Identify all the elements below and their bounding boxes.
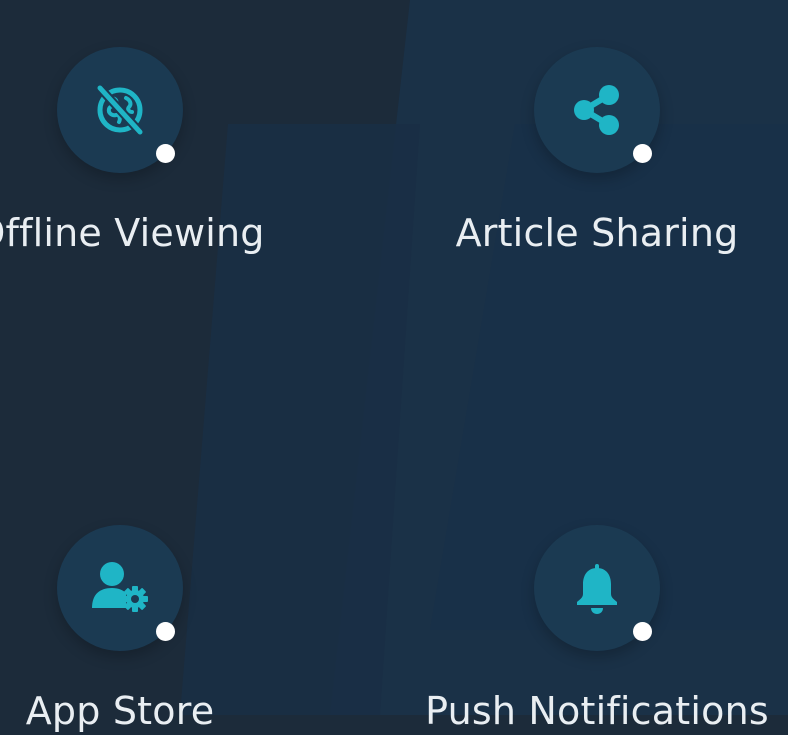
- status-dot: [156, 622, 175, 641]
- feature-icon-circle: [534, 525, 660, 651]
- feature-app-store: App Store: [0, 525, 300, 735]
- feature-icon-circle: [57, 525, 183, 651]
- feature-article-sharing: Article Sharing: [417, 47, 777, 257]
- status-dot: [633, 622, 652, 641]
- offline-globe-icon: [95, 83, 145, 137]
- feature-icon-circle: [57, 47, 183, 173]
- status-dot: [156, 144, 175, 163]
- feature-offline-viewing: Offline Viewing: [0, 47, 300, 257]
- user-gear-icon: [92, 562, 148, 612]
- feature-label-push-notifications: Push Notifications: [425, 689, 769, 733]
- feature-label-app-store: App Store: [25, 689, 215, 733]
- share-icon: [574, 85, 619, 135]
- feature-label-offline-viewing: Offline Viewing: [0, 211, 265, 255]
- feature-label-article-sharing: Article Sharing: [455, 211, 739, 255]
- status-dot: [633, 144, 652, 163]
- feature-push-notifications: Push Notifications: [417, 525, 777, 735]
- bell-icon: [577, 564, 617, 614]
- feature-icon-circle: [534, 47, 660, 173]
